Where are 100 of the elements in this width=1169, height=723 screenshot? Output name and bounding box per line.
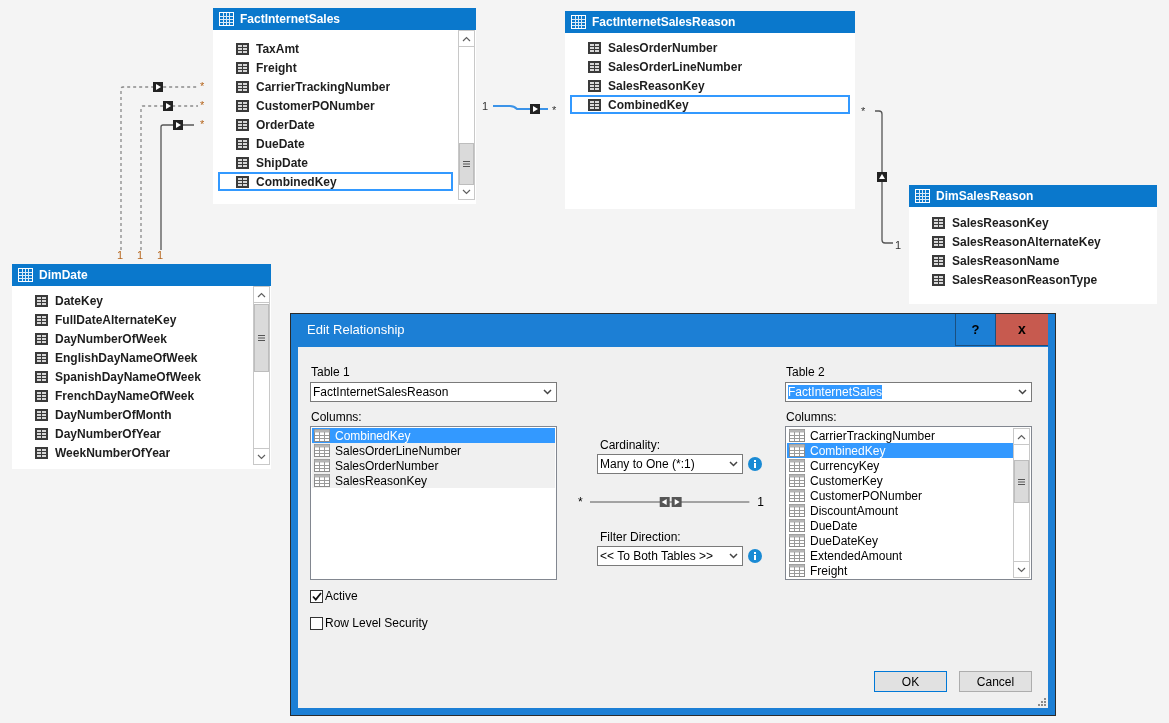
dropdown-icon [543,389,552,395]
grip-icon [463,161,470,167]
table-card[interactable]: DimSalesReason SalesReasonKey SalesReasonAlternateKey SalesReasonName SalesReasonReasonType [909,185,1157,304]
column-row[interactable]: SalesReasonAlternateKey [914,232,1152,251]
cardinality-label: 1 [137,248,144,262]
column-icon [236,42,249,55]
column-icon [35,351,48,364]
list-item[interactable]: SalesOrderLineNumber [312,443,555,458]
cardinality-select[interactable]: Many to One (*:1) [597,454,743,474]
table-header[interactable]: DimSalesReason [909,185,1157,207]
checkbox[interactable] [310,589,323,603]
column-row[interactable]: SalesOrderLineNumber [570,57,850,76]
filter-direction-select[interactable]: << To Both Tables >> [597,546,743,566]
scroll-thumb[interactable] [459,143,474,185]
column-row[interactable]: DueDate [218,134,453,153]
column-icon [588,41,601,54]
column-icon [789,519,805,532]
column-row[interactable]: CombinedKey [570,95,850,114]
column-row[interactable]: EnglishDayNameOfWeek [17,348,248,367]
column-name: SalesReasonName [952,252,1060,270]
column-row[interactable]: FullDateAlternateKey [17,310,248,329]
column-icon [789,549,805,562]
column-name: TaxAmt [256,40,300,58]
field-label: Columns: [785,409,838,425]
column-row[interactable]: CombinedKey [218,172,453,191]
dropdown-icon [729,553,738,559]
column-icon [35,313,48,326]
scroll-down-icon [462,188,471,195]
dialog-button[interactable]: Cancel [959,671,1032,692]
column-icon [236,61,249,74]
column-row[interactable]: SalesReasonKey [570,76,850,95]
checkbox-label: Active [325,589,358,603]
column-name: SalesReasonAlternateKey [952,233,1101,251]
column-icon [236,118,249,131]
column-row[interactable]: DayNumberOfMonth [17,405,248,424]
table-name: FactInternetSales [240,11,341,28]
column-name: CarrierTrackingNumber [256,78,391,96]
column-icon [789,444,805,457]
table-header[interactable]: FactInternetSales [213,8,476,30]
list-item[interactable]: SalesReasonKey [312,473,555,488]
column-name: EnglishDayNameOfWeek [55,349,198,367]
column-name: WeekNumberOfYear [55,444,171,462]
scroll-thumb[interactable] [254,304,269,372]
table-icon [915,189,930,203]
table-card[interactable]: DimDate DateKey FullDateAlternateKey DayNumberOfWeek EnglishDayNameOfWeek SpanishDayNameOfWeek FrenchDayNameOfWeek DayNumberOfMonth DayNumberOfYear WeekNumberOfYear [12,264,271,469]
column-icon [789,459,805,472]
table-header[interactable]: FactInternetSalesReason [565,11,855,33]
resize-grip-icon[interactable] [1038,698,1046,706]
column-icon [35,427,48,440]
column-row[interactable]: DayNumberOfYear [17,424,248,443]
column-name: SalesReasonKey [608,77,705,95]
column-name: SalesReasonKey [952,214,1049,232]
column-row[interactable]: CarrierTrackingNumber [218,77,453,96]
column-row[interactable]: OrderDate [218,115,453,134]
table-header[interactable]: DimDate [12,264,271,286]
column-icon [35,408,48,421]
column-row[interactable]: SalesOrderNumber [570,38,850,57]
table-card[interactable]: FactInternetSales TaxAmt Freight CarrierTrackingNumber CustomerPONumber OrderDate DueDate ShipDate CombinedKey [213,8,476,204]
column-icon [314,474,330,487]
help-button[interactable]: ? [955,314,995,346]
column-row[interactable]: SalesReasonName [914,251,1152,270]
column-icon [236,137,249,150]
scrollbar[interactable] [1013,428,1030,578]
field-label: Cardinality: [600,437,662,453]
column-row[interactable]: SalesReasonReasonType [914,270,1152,289]
column-row[interactable]: SalesReasonKey [914,213,1152,232]
dialog-button[interactable]: OK [874,671,947,692]
columns-list[interactable]: CarrierTrackingNumber CombinedKey CurrencyKey CustomerKey CustomerPONumber DiscountAmount DueDate DueDateKey ExtendedAmount Freight [785,426,1032,580]
column-row[interactable]: FrenchDayNameOfWeek [17,386,248,405]
column-name: DayNumberOfYear [55,425,162,443]
column-row[interactable]: SpanishDayNameOfWeek [17,367,248,386]
columns-list[interactable]: CombinedKey SalesOrderLineNumber SalesOrderNumber SalesReasonKey [310,426,557,580]
checkbox[interactable] [310,616,323,630]
column-row[interactable]: ShipDate [218,153,453,172]
column-name: SalesOrderLineNumber [608,58,743,76]
column-name: DayNumberOfMonth [55,406,172,424]
list-item[interactable]: SalesOrderNumber [312,458,555,473]
scrollbar[interactable] [458,30,475,200]
column-row[interactable]: DayNumberOfWeek [17,329,248,348]
column-row[interactable]: TaxAmt [218,39,453,58]
close-button[interactable]: x [995,314,1048,346]
column-row[interactable]: CustomerPONumber [218,96,453,115]
scroll-thumb[interactable] [1014,460,1029,503]
info-icon[interactable] [748,549,762,563]
column-row[interactable]: DateKey [17,291,248,310]
table-name: DimDate [39,267,88,284]
column-row[interactable]: Freight [218,58,453,77]
column-name: DateKey [55,292,104,310]
table-select[interactable]: FactInternetSalesReason [310,382,557,402]
cardinality-label: 1 [482,99,489,113]
column-row[interactable]: WeekNumberOfYear [17,443,248,462]
scrollbar[interactable] [253,286,270,465]
column-name: OrderDate [256,116,315,134]
table-card[interactable]: FactInternetSalesReason SalesOrderNumber SalesOrderLineNumber SalesReasonKey CombinedKey [565,11,855,209]
table-name: FactInternetSalesReason [592,14,736,31]
column-icon [588,79,601,92]
column-name: CustomerPONumber [256,97,375,115]
cardinality-label: * [578,495,584,509]
info-icon[interactable] [748,457,762,471]
field-label: Filter Direction: [600,529,682,545]
